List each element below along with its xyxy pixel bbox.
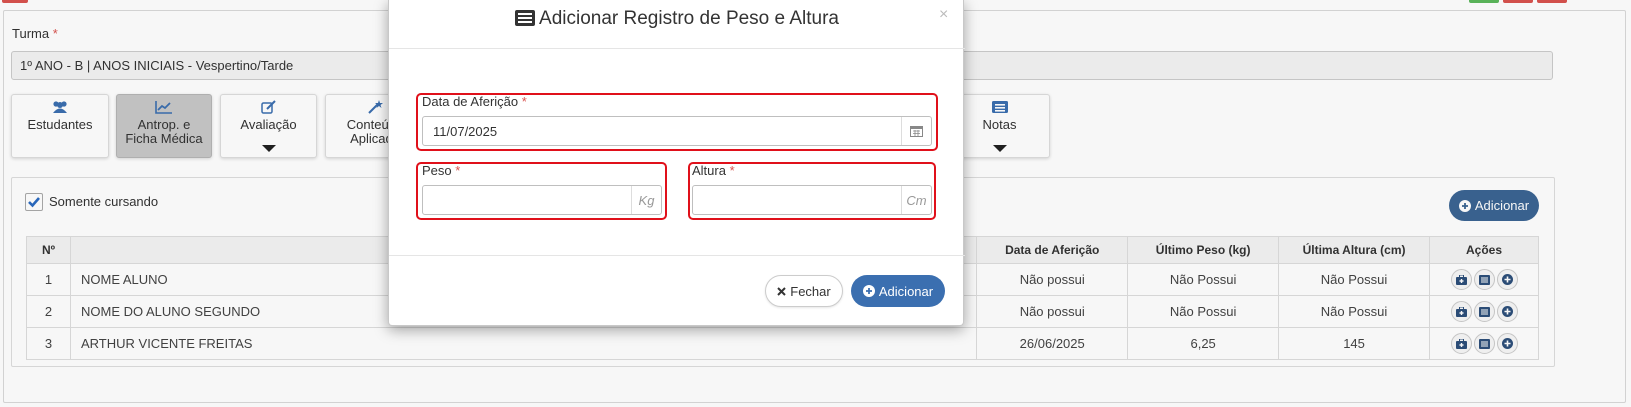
altura-label: Altura * <box>692 163 735 178</box>
close-button[interactable]: Fechar <box>765 275 843 307</box>
add-record-modal: Adicionar Registro de Peso e Altura × Da… <box>388 0 965 326</box>
peso-label: Peso * <box>422 163 461 178</box>
altura-input[interactable]: Cm <box>692 185 932 215</box>
modal-title-text: Adicionar Registro de Peso e Altura <box>539 8 839 29</box>
plus-circle-icon <box>862 285 875 297</box>
submit-button[interactable]: Adicionar <box>851 275 945 307</box>
submit-button-label: Adicionar <box>878 283 934 299</box>
close-icon[interactable]: × <box>939 6 948 24</box>
peso-input[interactable]: Kg <box>422 185 662 215</box>
modal-footer-divider <box>389 255 965 256</box>
peso-unit: Kg <box>631 186 661 214</box>
close-button-label: Fechar <box>790 283 831 299</box>
altura-unit: Cm <box>901 186 931 214</box>
date-value: 11/07/2025 <box>433 123 498 139</box>
date-field[interactable]: 11/07/2025 <box>422 116 932 146</box>
calendar-icon[interactable] <box>901 117 931 145</box>
modal-header-divider <box>389 48 965 49</box>
close-icon <box>777 286 786 296</box>
list-icon <box>515 10 536 26</box>
modal-title: Adicionar Registro de Peso e Altura <box>389 8 965 30</box>
date-label: Data de Aferição * <box>422 94 527 109</box>
